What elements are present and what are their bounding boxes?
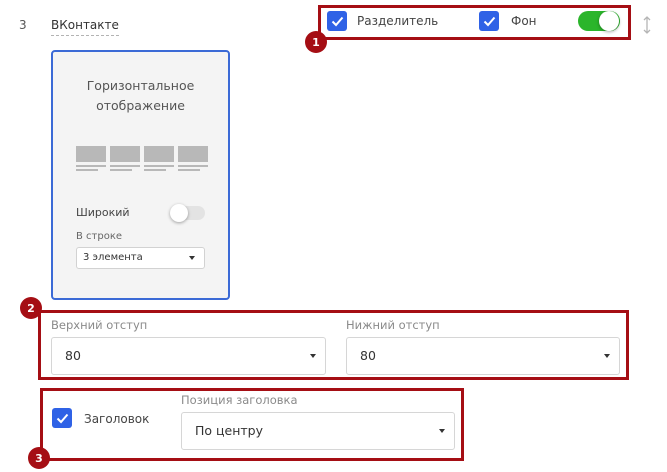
block-name-link[interactable]: ВКонтакте [51,18,119,36]
marker-1: 1 [305,31,327,53]
in-row-select-value: 3 элемента [83,252,143,263]
background-toggle[interactable] [578,11,620,31]
layout-option-card[interactable]: Горизонтальное отображение Широкий В стр… [51,50,230,300]
background-label: Фон [511,14,537,28]
heading-position-label: Позиция заголовка [181,393,298,407]
dropdown-arrow-icon [310,354,316,358]
heading-label: Заголовок [84,412,150,426]
heading-checkbox[interactable] [52,408,72,428]
block-number: 3 [19,18,27,32]
marker-3: 3 [28,447,50,469]
item-thumbnail [178,146,208,171]
top-padding-value: 80 [65,348,81,363]
marker-2: 2 [20,297,42,319]
toggle-knob [599,11,619,31]
wide-label: Широкий [76,206,130,219]
heading-position-value: По центру [195,423,264,438]
checkmark-icon [56,413,68,423]
dropdown-arrow-icon [189,256,195,260]
bottom-padding-select[interactable]: 80 [346,337,620,375]
top-padding-label: Верхний отступ [51,318,148,332]
bottom-padding-value: 80 [360,348,376,363]
checkmark-icon [331,16,343,26]
background-checkbox[interactable] [479,11,499,31]
toggle-knob [170,204,188,222]
dropdown-arrow-icon [439,429,445,433]
wide-toggle[interactable] [170,204,205,222]
item-thumbnail [144,146,174,171]
in-row-select[interactable]: 3 элемента [76,247,205,269]
divider-checkbox[interactable] [327,11,347,31]
item-thumbnail [110,146,140,171]
heading-position-select[interactable]: По центру [181,412,455,450]
bottom-padding-label: Нижний отступ [346,318,440,332]
checkmark-icon [483,16,495,26]
divider-label: Разделитель [357,14,439,28]
dropdown-arrow-icon [604,354,610,358]
in-row-label: В строке [76,231,123,242]
resize-vertical-icon[interactable] [641,15,653,35]
top-padding-select[interactable]: 80 [51,337,326,375]
layout-card-title: Горизонтальное отображение [86,78,195,113]
item-thumbnail [76,146,106,171]
